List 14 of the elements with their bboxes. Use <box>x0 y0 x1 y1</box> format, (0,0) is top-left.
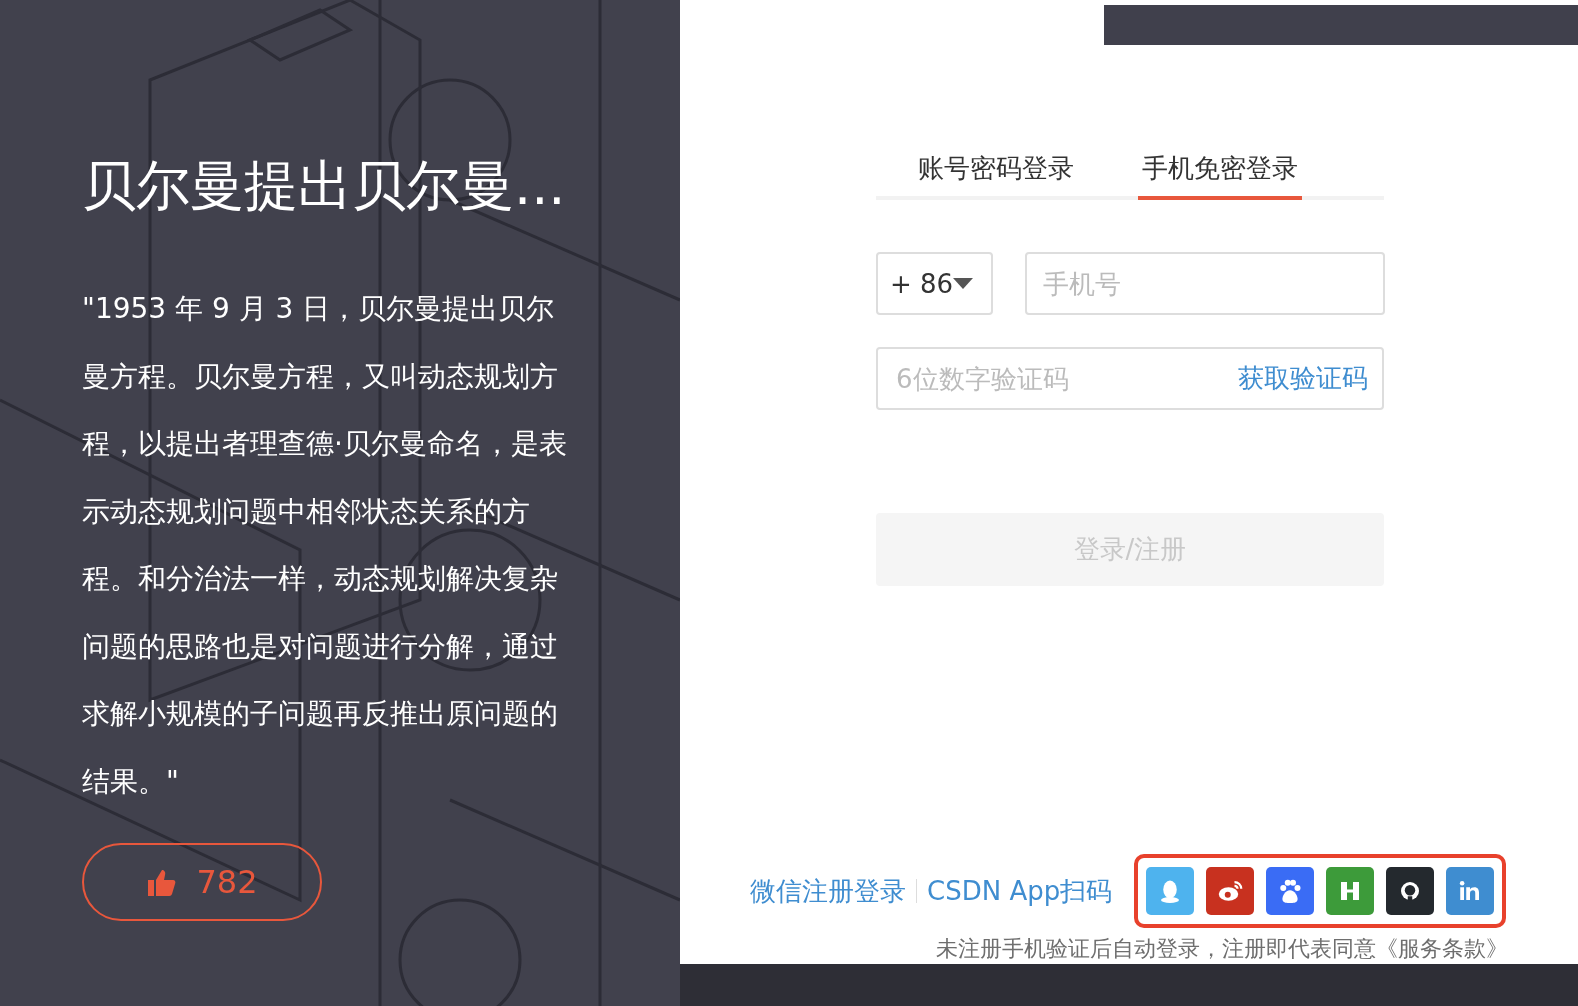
terms-notice: 未注册手机验证后自动登录，注册即代表同意《服务条款》 <box>936 935 1509 963</box>
login-link[interactable]: 微信注册登录 <box>750 873 906 909</box>
country-code-select[interactable]: + 86 <box>876 252 994 315</box>
login-tab[interactable]: 账号密码登录 <box>914 147 1078 200</box>
login-tab[interactable]: 手机免密登录 <box>1138 147 1302 200</box>
login-link[interactable]: CSDN App扫码 <box>927 873 1113 909</box>
phone-input[interactable]: 手机号 <box>1025 252 1386 315</box>
article-title: 贝尔曼提出贝尔曼... <box>82 153 567 219</box>
get-code-link[interactable]: 获取验证码 <box>1238 361 1368 396</box>
caret-icon <box>953 277 974 290</box>
article-quote: "1953 年 9 月 3 日，贝尔曼提出贝尔曼方程。贝尔曼方程，又叫动态规划方程，以提出者理查德·贝尔曼命名，是表示动态规划问题中相邻状态关系的方程。和分治法一样，动态规划解决复杂问题的思路也是对问题进行分解，通过求解小规模的子问题再反推出原问题的结果。" <box>82 291 568 800</box>
code-field[interactable]: 6位数字验证码 获取验证码 <box>876 347 1384 410</box>
like-button[interactable]: 782 <box>82 843 322 921</box>
social-login-icon[interactable] <box>1386 867 1435 915</box>
